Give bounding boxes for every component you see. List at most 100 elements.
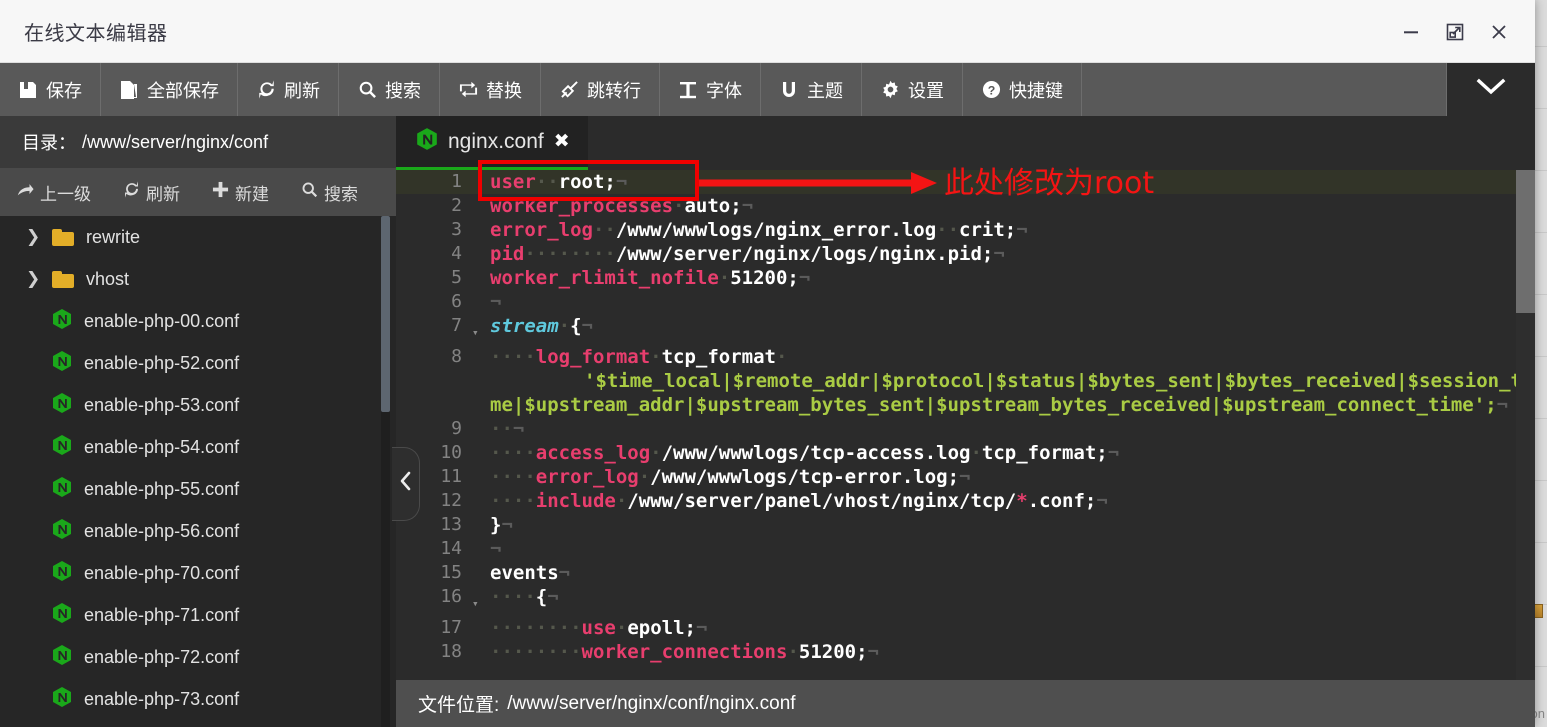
up-level-icon	[16, 181, 34, 204]
code-line[interactable]: 9 ··¬	[396, 417, 1535, 441]
fold-marker[interactable]	[472, 441, 486, 448]
fold-marker[interactable]	[472, 345, 486, 352]
list-item[interactable]: enable-php-54.conf	[0, 426, 396, 468]
code-line[interactable]: 2 worker_processes·auto;¬	[396, 194, 1535, 218]
toolbar-refresh-button[interactable]: 刷新	[238, 63, 339, 116]
editor-scrollbar-thumb[interactable]	[1516, 170, 1535, 313]
file-action-label: 上一级	[40, 184, 91, 204]
code-line[interactable]: 10 ····access_log·/www/wwwlogs/tcp-acces…	[396, 441, 1535, 465]
fold-marker[interactable]	[472, 537, 486, 544]
toolbar-shortcut-button[interactable]: ? 快捷键	[963, 63, 1082, 116]
toolbar-goto-line-button[interactable]: 跳转行	[541, 63, 660, 116]
list-item[interactable]: enable-php-53.conf	[0, 384, 396, 426]
list-item[interactable]: ❯ vhost	[0, 258, 396, 300]
code-line[interactable]: 16 ▾ ····{¬	[396, 585, 1535, 616]
replace-icon	[458, 80, 478, 99]
code-line[interactable]: 12 ····include·/www/server/panel/vhost/n…	[396, 489, 1535, 513]
list-item[interactable]: enable-php-70.conf	[0, 552, 396, 594]
fold-marker[interactable]	[472, 290, 486, 297]
code-line[interactable]: 1 user··root;¬	[396, 170, 1535, 194]
chevron-right-icon[interactable]: ❯	[26, 269, 40, 289]
list-item[interactable]: enable-php-55.conf	[0, 468, 396, 510]
list-item[interactable]: enable-php-71.conf	[0, 594, 396, 636]
close-icon[interactable]: ✖	[554, 130, 570, 153]
fold-marker[interactable]	[472, 194, 486, 201]
code-line[interactable]: 7 ▾ stream·{¬	[396, 314, 1535, 345]
code-editor[interactable]: 1 user··root;¬ 2 worker_processes·auto;¬…	[396, 170, 1535, 680]
code-line[interactable]: 4 pid········/www/server/nginx/logs/ngin…	[396, 242, 1535, 266]
fold-marker[interactable]	[472, 465, 486, 472]
fold-marker[interactable]	[472, 489, 486, 496]
code-line[interactable]: 5 worker_rlimit_nofile·51200;¬	[396, 266, 1535, 290]
toolbar-theme-button[interactable]: 主题	[761, 63, 862, 116]
nginx-icon	[52, 434, 72, 461]
code-text: ····log_format·tcp_format· '$time_local|…	[490, 346, 1534, 416]
code-text: ¬	[490, 291, 502, 313]
theme-icon	[779, 81, 799, 99]
line-number: 5	[451, 267, 462, 288]
chevron-left-icon	[398, 470, 414, 498]
list-item[interactable]: enable-php-73.conf	[0, 678, 396, 720]
fold-marker[interactable]	[472, 218, 486, 225]
list-item[interactable]: enable-php-52.conf	[0, 342, 396, 384]
file-action-label: 新建	[235, 184, 269, 204]
fold-marker[interactable]	[472, 417, 486, 424]
fold-marker[interactable]	[472, 513, 486, 520]
file-name: enable-php-73.conf	[84, 688, 240, 709]
nginx-icon	[52, 308, 72, 335]
toolbar-label: 刷新	[284, 80, 320, 101]
file-list[interactable]: ❯ rewrite ❯ vhost enable-php-00.conf ena…	[0, 216, 396, 727]
sidebar-search-button[interactable]: 搜索	[285, 180, 374, 205]
code-line[interactable]: 18 ········worker_connections·51200;¬	[396, 640, 1535, 664]
chevron-down-icon	[1474, 76, 1508, 103]
sidebar-refresh-button[interactable]: 刷新	[107, 180, 196, 205]
file-sidebar: 目录： /www/server/nginx/conf 上一级 刷新 新建 搜索 …	[0, 116, 396, 727]
toolbar-search-button[interactable]: 搜索	[339, 63, 440, 116]
code-line[interactable]: 17 ········use·epoll;¬	[396, 616, 1535, 640]
code-line[interactable]: 8 ····log_format·tcp_format· '$time_loca…	[396, 345, 1535, 417]
sidebar-collapse-button[interactable]	[392, 447, 420, 521]
code-line[interactable]: 15 events¬	[396, 561, 1535, 585]
maximize-icon[interactable]	[1433, 10, 1477, 54]
list-item[interactable]: ❯ rewrite	[0, 216, 396, 258]
close-icon[interactable]	[1477, 10, 1521, 54]
toolbar-font-button[interactable]: 字体	[660, 63, 761, 116]
fold-marker[interactable]	[472, 170, 486, 177]
nginx-icon	[52, 518, 72, 545]
toolbar-save-all-button[interactable]: 全部保存	[101, 63, 238, 116]
fold-marker[interactable]	[472, 561, 486, 568]
folder-icon	[52, 270, 74, 288]
file-action-label: 刷新	[146, 184, 180, 204]
line-number: 9	[451, 418, 462, 439]
toolbar-settings-button[interactable]: 设置	[862, 63, 963, 116]
fold-marker[interactable]	[472, 640, 486, 647]
sidebar-scrollbar-thumb[interactable]	[381, 216, 390, 412]
list-item[interactable]: enable-php-00.conf	[0, 300, 396, 342]
toolbar-save-button[interactable]: 保存	[0, 63, 101, 116]
fold-marker[interactable]	[472, 242, 486, 249]
toolbar-label: 字体	[706, 80, 742, 101]
screen: CSDN @It.Eason 在线文本编辑器	[0, 0, 1547, 727]
fold-marker[interactable]	[472, 616, 486, 623]
fold-marker[interactable]: ▾	[472, 585, 486, 616]
code-line[interactable]: 14 ¬	[396, 537, 1535, 561]
code-line[interactable]: 11 ····error_log·/www/wwwlogs/tcp-error.…	[396, 465, 1535, 489]
code-line[interactable]: 6 ¬	[396, 290, 1535, 314]
up-level-button[interactable]: 上一级	[0, 180, 107, 205]
new-file-button[interactable]: 新建	[196, 180, 285, 205]
sidebar-scrollbar[interactable]	[381, 216, 390, 727]
toolbar-replace-button[interactable]: 替换	[440, 63, 541, 116]
list-item[interactable]: enable-php-72.conf	[0, 636, 396, 678]
code-line[interactable]: 13 }¬	[396, 513, 1535, 537]
chevron-right-icon[interactable]: ❯	[26, 227, 40, 247]
tab-nginx-conf[interactable]: nginx.conf ✖	[396, 116, 588, 170]
goto-line-icon	[559, 80, 579, 99]
editor-scrollbar[interactable]	[1516, 170, 1535, 680]
minimize-button[interactable]	[1389, 10, 1433, 54]
fold-marker[interactable]: ▾	[472, 314, 486, 345]
toolbar-expand-button[interactable]	[1447, 63, 1535, 116]
code-line[interactable]: 3 error_log··/www/wwwlogs/nginx_error.lo…	[396, 218, 1535, 242]
list-item[interactable]: enable-php-56.conf	[0, 510, 396, 552]
nginx-icon	[52, 602, 72, 629]
fold-marker[interactable]	[472, 266, 486, 273]
